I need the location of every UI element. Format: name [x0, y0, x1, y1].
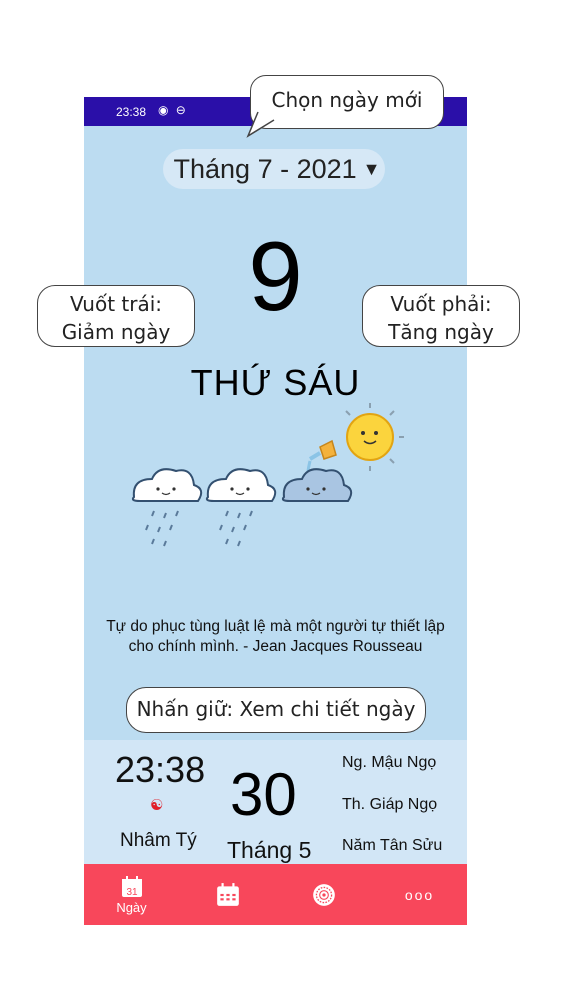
nav-tab-day[interactable]: 31 Ngày [84, 864, 179, 925]
calendar-month-icon [216, 882, 239, 906]
phone-screen: 23:38 ◉ ⊖ Tháng 7 - 2021 ▼ 9 THỨ SÁU Tự … [84, 97, 467, 925]
daily-quote: Tự do phục tùng luật lệ mà một người tự … [106, 618, 445, 655]
hint-bubble-new-date: Chọn ngày mới [250, 75, 444, 129]
rain-cloud-icon [205, 468, 277, 547]
nav-tab-month[interactable] [180, 864, 275, 925]
status-time: 23:38 [116, 105, 147, 119]
bubble-tail [246, 111, 275, 138]
month-label: Tháng 7 - 2021 [173, 153, 357, 184]
bottom-nav-bar: 31 Ngày ooo [84, 864, 467, 925]
nav-tab-compass[interactable] [276, 864, 371, 925]
caret-down-icon: ▼ [362, 158, 381, 179]
more-icon: ooo [404, 886, 435, 903]
weather-illustration [131, 403, 404, 547]
nav-tab-more[interactable]: ooo [372, 864, 467, 925]
month-picker-button[interactable]: Tháng 7 - 2021 ▼ [163, 149, 385, 189]
compass-icon [312, 883, 335, 906]
lunar-info-panel[interactable]: 23:38 ☯ Nhâm Tý 30 Tháng 5 Ng. Mậu Ngọ T… [84, 740, 467, 864]
calendar-badge: 31 [126, 887, 138, 898]
hint-bubble-swipe-right: Vuốt phải: Tăng ngày [362, 285, 520, 347]
rain-cloud-icon [131, 468, 203, 547]
hint-swipe-right-line2: Tăng ngày [388, 320, 494, 344]
lunar-hour-name: Nhâm Tý [120, 830, 197, 851]
hint-swipe-right-line1: Vuốt phải: [390, 292, 492, 316]
nav-label-day: Ngày [116, 899, 147, 915]
year-can-chi: Năm Tân Sửu [342, 837, 443, 854]
lunar-day-number: 30 [230, 761, 297, 828]
calendar-day-icon: 31 [121, 875, 142, 898]
hint-swipe-left-line2: Giảm ngày [61, 320, 171, 344]
month-can-chi: Th. Giáp Ngọ [342, 796, 438, 813]
yin-yang-icon: ☯ [150, 797, 164, 814]
status-icons: ◉ ⊖ [158, 103, 188, 117]
lunar-month: Tháng 5 [227, 837, 312, 863]
hint-bubble-swipe-left: Vuốt trái: Giảm ngày [37, 285, 195, 347]
current-time: 23:38 [115, 749, 206, 790]
hint-bubble-long-press: Nhấn giữ: Xem chi tiết ngày [126, 687, 426, 733]
day-can-chi: Ng. Mậu Ngọ [342, 754, 437, 771]
cloud-icon [281, 468, 353, 502]
hint-swipe-left-line1: Vuốt trái: [69, 292, 163, 316]
